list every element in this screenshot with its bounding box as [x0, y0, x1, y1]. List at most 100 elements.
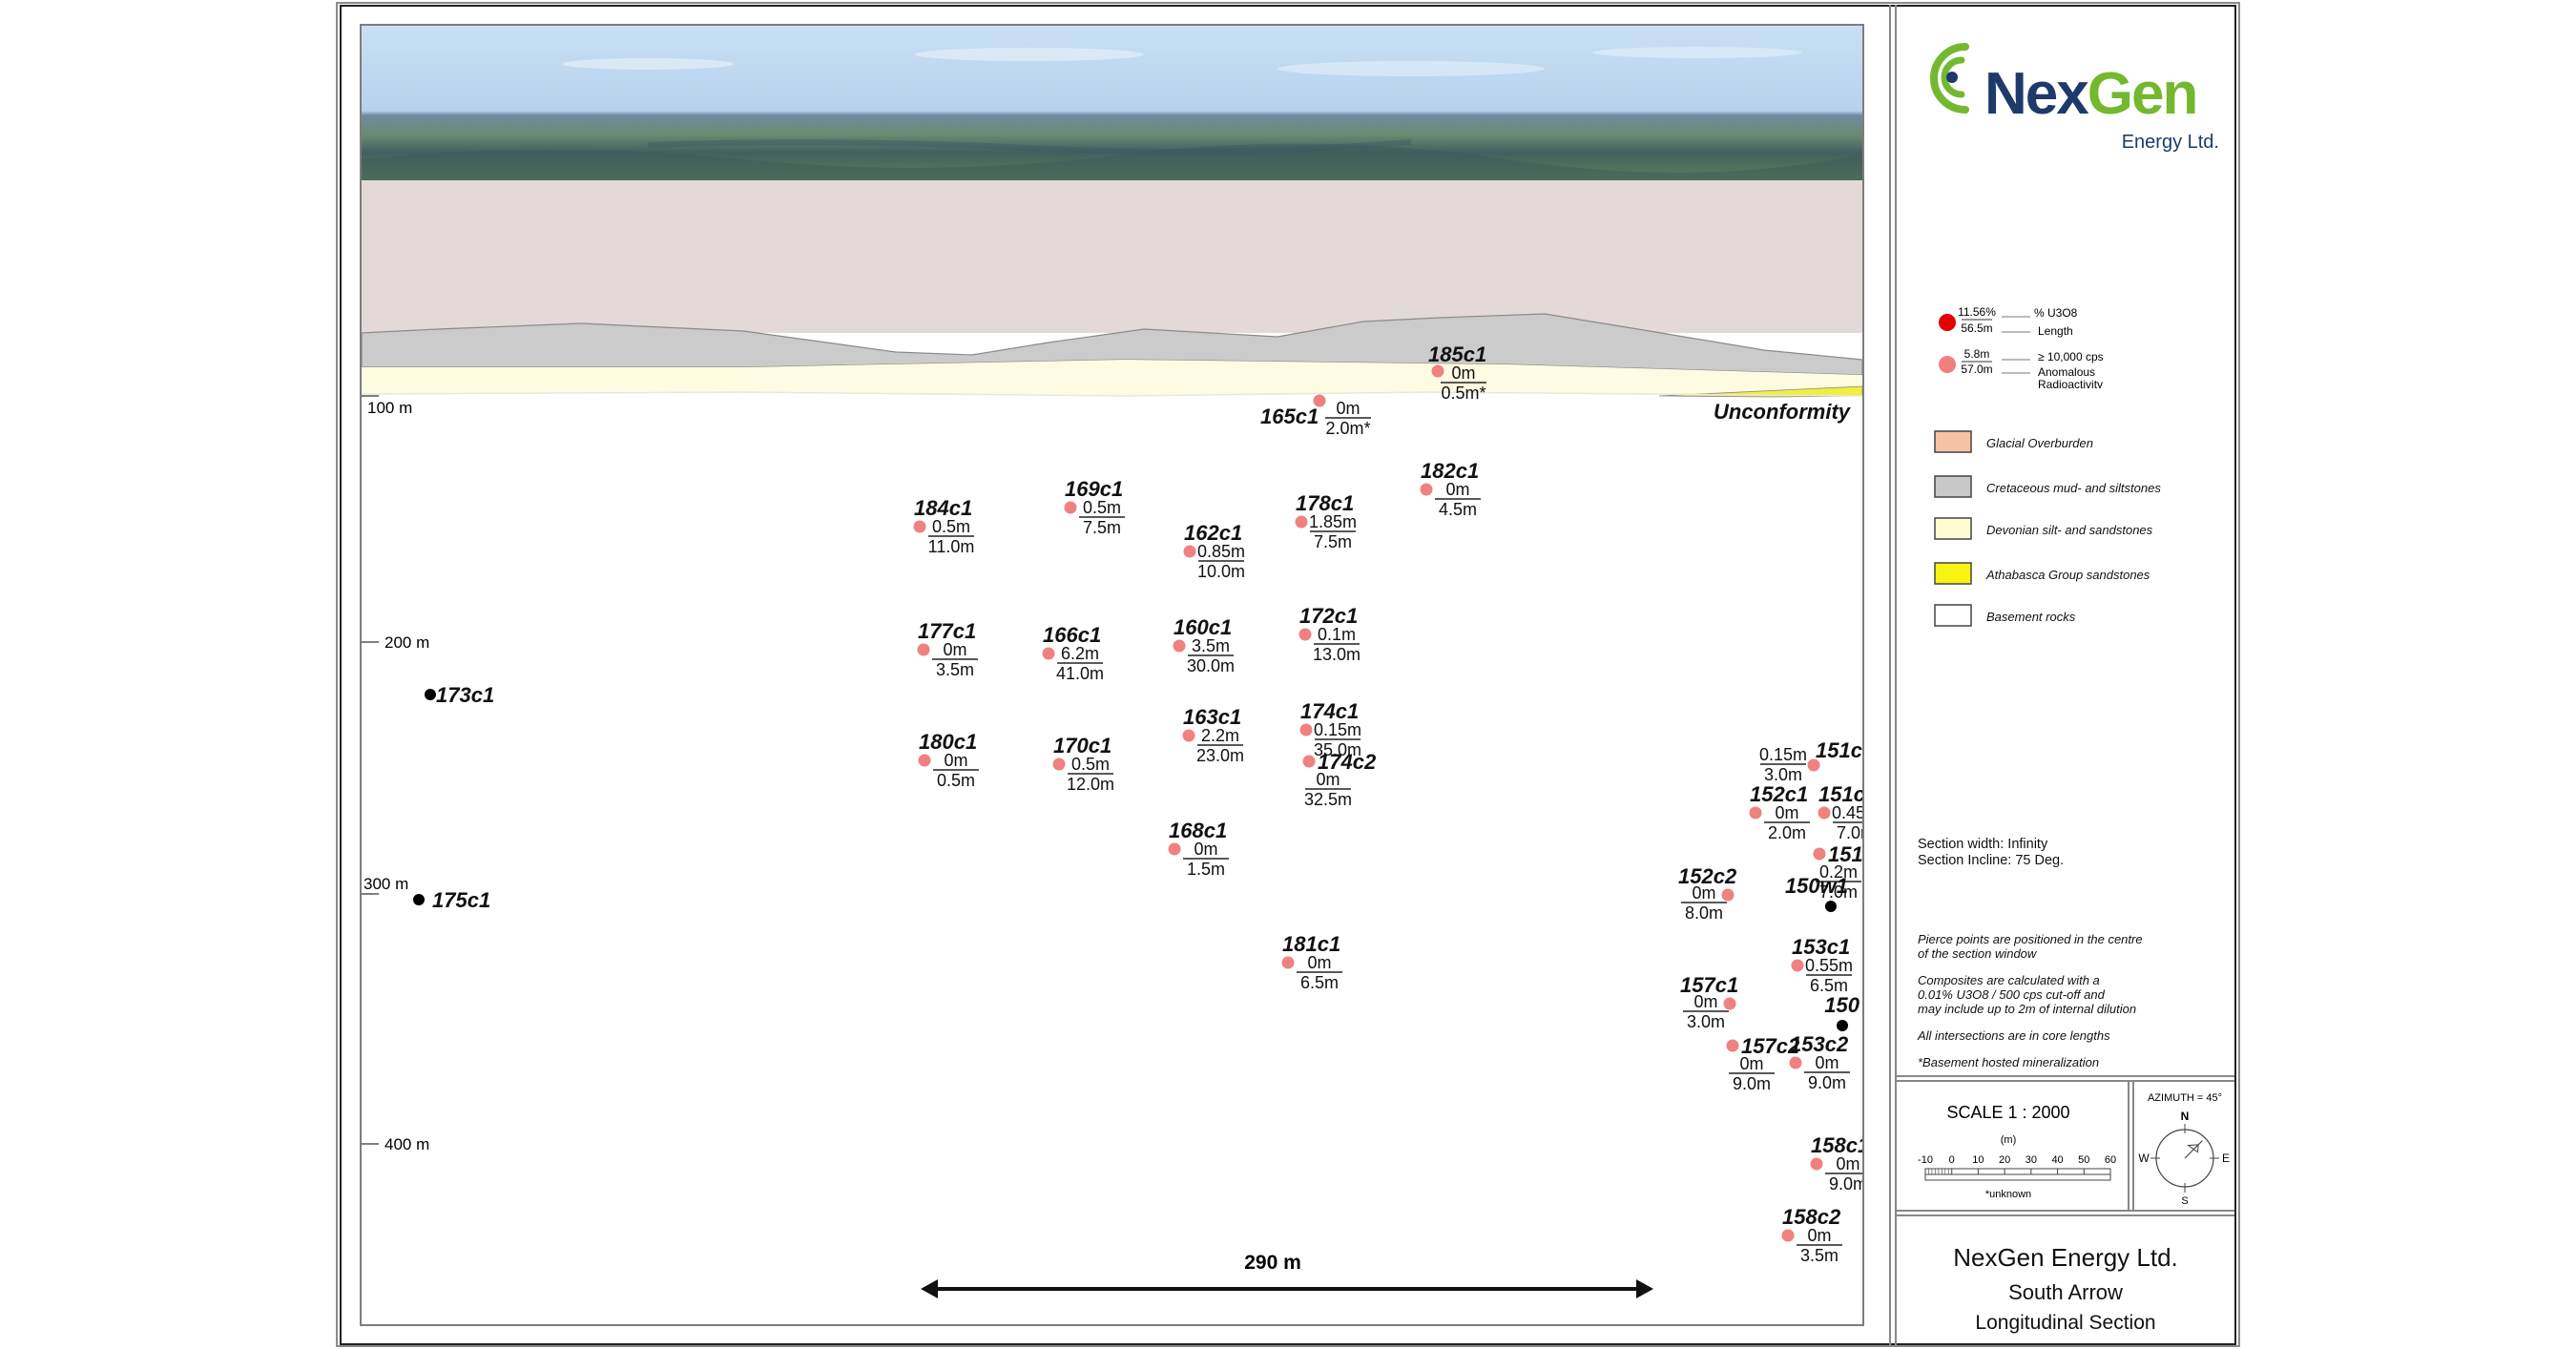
drill-hole-182c1[interactable]: 182c10m4.5m: [1420, 459, 1482, 519]
compass-block: AZIMUTH = 45° N W E S: [2138, 1092, 2230, 1207]
scale-bar-block: SCALE 1 : 2000 (m) -10 0 10 20 30 40 50 60 *unk…: [1918, 1103, 2116, 1200]
drill-hole-151c3[interactable]: 151c3 0.15m3.0m: [1759, 738, 1862, 784]
drill-hole-168c1[interactable]: 168c10m1.5m: [1168, 819, 1230, 879]
title-block: NexGen Energy Ltd. South Arrow Longitudi…: [1897, 1216, 2234, 1343]
pierce-point-marker[interactable]: [1723, 997, 1736, 1010]
drill-hole-160c1[interactable]: 160c13.5m30.0m: [1173, 615, 1236, 675]
svg-text:5.8m: 5.8m: [1964, 347, 1990, 361]
pierce-point-marker[interactable]: [1813, 847, 1826, 861]
drill-hole-177c1[interactable]: 177c10m3.5m: [917, 619, 979, 679]
pierce-point-marker[interactable]: [1183, 545, 1196, 558]
drill-hole-152c2[interactable]: 152c20m8.0m: [1678, 864, 1737, 923]
drill-hole-174c2[interactable]: 174c20m32.5m: [1302, 750, 1377, 809]
pierce-point-marker[interactable]: [1810, 1157, 1823, 1171]
drill-holes: 185c10m0.5m*165c1 0m2.0m*184c10.5m11.0m16…: [413, 342, 1862, 1265]
pierce-point-marker[interactable]: [1302, 755, 1316, 768]
drill-hole-151c1[interactable]: 151c10.45m7.0m: [1818, 782, 1863, 842]
drill-hole-158c1[interactable]: 158c10m9.0m: [1810, 1133, 1863, 1193]
pierce-point-marker[interactable]: [1781, 1229, 1795, 1242]
hole-name: 150w1: [1785, 874, 1848, 898]
svg-text:11.56%: 11.56%: [1958, 305, 1996, 319]
hole-name: 175c1: [432, 888, 490, 912]
drill-hole-150w1[interactable]: 150w1: [1785, 874, 1848, 912]
intercept-length-value: 13.0m: [1313, 645, 1361, 664]
drill-hole-153c2[interactable]: 153c20m9.0m: [1789, 1032, 1851, 1092]
drill-hole-158c2[interactable]: 158c20m3.5m: [1781, 1205, 1843, 1265]
pierce-point-marker[interactable]: [1298, 628, 1312, 641]
drill-hole-173c1[interactable]: 173c1: [425, 683, 494, 707]
legend-assay-marker: 11.56% 56.5m % U3O8 Length: [1939, 305, 2078, 338]
pierce-point-marker[interactable]: [1064, 501, 1077, 514]
pierce-point-marker[interactable]: [1825, 901, 1837, 912]
pierce-point-marker[interactable]: [1721, 888, 1735, 902]
svg-text:Basement rocks: Basement rocks: [1986, 610, 2076, 624]
pierce-point-marker[interactable]: [918, 754, 931, 767]
intercept-length-value: 11.0m: [928, 537, 975, 556]
svg-text:Athabasca Group sandstones: Athabasca Group sandstones: [1985, 568, 2150, 582]
intercept-top-value: 2.2m: [1201, 726, 1239, 745]
intercept-top-value: 0m: [1445, 480, 1469, 499]
pierce-point-marker[interactable]: [1837, 1020, 1848, 1031]
drill-hole-157c1[interactable]: 157c10m3.0m: [1680, 973, 1738, 1031]
intercept-top-value: 0m: [1815, 1053, 1839, 1072]
intercept-length-value: 2.0m: [1768, 823, 1806, 842]
svg-text:57.0m: 57.0m: [1961, 363, 1992, 376]
pierce-point-marker[interactable]: [1818, 806, 1831, 820]
pierce-point-marker[interactable]: [1431, 364, 1444, 378]
pierce-point-marker[interactable]: [1168, 842, 1181, 856]
pierce-point-marker[interactable]: [913, 520, 926, 533]
pierce-point-marker[interactable]: [1042, 647, 1055, 660]
svg-text:56.5m: 56.5m: [1961, 322, 1992, 335]
intercept-top-value: 0.15m: [1759, 745, 1807, 764]
intercept-top-value: 0m: [1307, 953, 1331, 972]
panel-divider: [1897, 1210, 2234, 1212]
note-line: *Basement hosted mineralization: [1918, 1055, 2100, 1069]
hole-name: 150: [1824, 993, 1859, 1017]
drill-hole-180c1[interactable]: 180c10m0.5m: [918, 730, 980, 790]
intercept-length-value: 6.5m: [1300, 973, 1339, 992]
drill-hole-165c1[interactable]: 165c1 0m2.0m*: [1260, 394, 1371, 439]
drill-hole-162c1[interactable]: 162c10.85m10.0m: [1183, 521, 1246, 581]
marker-legend: 11.56% 56.5m % U3O8 Length 5.8m 57.0m ≥ …: [1939, 305, 2104, 388]
scale-ticks: -10 0 10 20 30 40 50 60: [1918, 1154, 2116, 1174]
drill-hole-150[interactable]: 150: [1824, 993, 1860, 1031]
intercept-top-value: 0m: [1194, 840, 1217, 859]
pierce-point-marker[interactable]: [1789, 1056, 1802, 1069]
panel-divider: [2128, 1080, 2129, 1210]
drill-hole-178c1[interactable]: 178c11.85m7.5m: [1295, 491, 1358, 551]
drill-hole-152c1[interactable]: 152c10m2.0m: [1749, 782, 1811, 842]
pierce-point-marker[interactable]: [1052, 758, 1066, 771]
drill-hole-181c1[interactable]: 181c10m6.5m: [1281, 932, 1343, 992]
drill-hole-175c1[interactable]: 175c1: [413, 888, 490, 912]
intercept-length-value: 0.5m*: [1441, 384, 1485, 403]
pierce-point-marker[interactable]: [1281, 956, 1295, 969]
pierce-point-marker[interactable]: [413, 894, 425, 905]
pierce-point-marker[interactable]: [1295, 515, 1308, 529]
scale-unit: (m): [2001, 1134, 2017, 1146]
pierce-point-marker[interactable]: [1791, 959, 1804, 972]
intercept-length-value: 12.0m: [1067, 775, 1114, 794]
title-project: South Arrow: [2008, 1280, 2123, 1304]
pierce-point-marker[interactable]: [1299, 723, 1313, 737]
intercept-top-value: 0m: [1775, 803, 1798, 822]
drill-hole-172c1[interactable]: 172c10.1m13.0m: [1298, 604, 1361, 664]
pierce-point-marker[interactable]: [917, 643, 930, 656]
pierce-point-marker[interactable]: [1182, 729, 1195, 742]
drill-hole-166c1[interactable]: 166c16.2m41.0m: [1042, 623, 1105, 683]
svg-text:≥ 10,000 cps: ≥ 10,000 cps: [2038, 350, 2104, 363]
intercept-top-value: 0m: [1336, 399, 1360, 418]
pierce-point-marker[interactable]: [1173, 639, 1186, 653]
title-company: NexGen Energy Ltd.: [1953, 1243, 2178, 1272]
pierce-point-marker[interactable]: [1749, 806, 1762, 820]
azimuth-arrow-icon: [2184, 1140, 2203, 1159]
drill-hole-153c1[interactable]: 153c10.55m6.5m: [1791, 935, 1854, 995]
pierce-point-marker[interactable]: [1420, 483, 1433, 496]
drill-hole-169c1[interactable]: 169c10.5m7.5m: [1064, 477, 1126, 537]
intercept-length-value: 10.0m: [1197, 562, 1245, 581]
drill-hole-184c1[interactable]: 184c10.5m11.0m: [913, 496, 975, 556]
scale-tick-label: 10: [1972, 1154, 1984, 1166]
pierce-point-marker[interactable]: [1726, 1039, 1739, 1052]
drill-hole-163c1[interactable]: 163c12.2m23.0m: [1182, 705, 1245, 765]
drill-hole-170c1[interactable]: 170c10.5m12.0m: [1052, 734, 1115, 794]
pierce-point-marker[interactable]: [425, 689, 436, 700]
